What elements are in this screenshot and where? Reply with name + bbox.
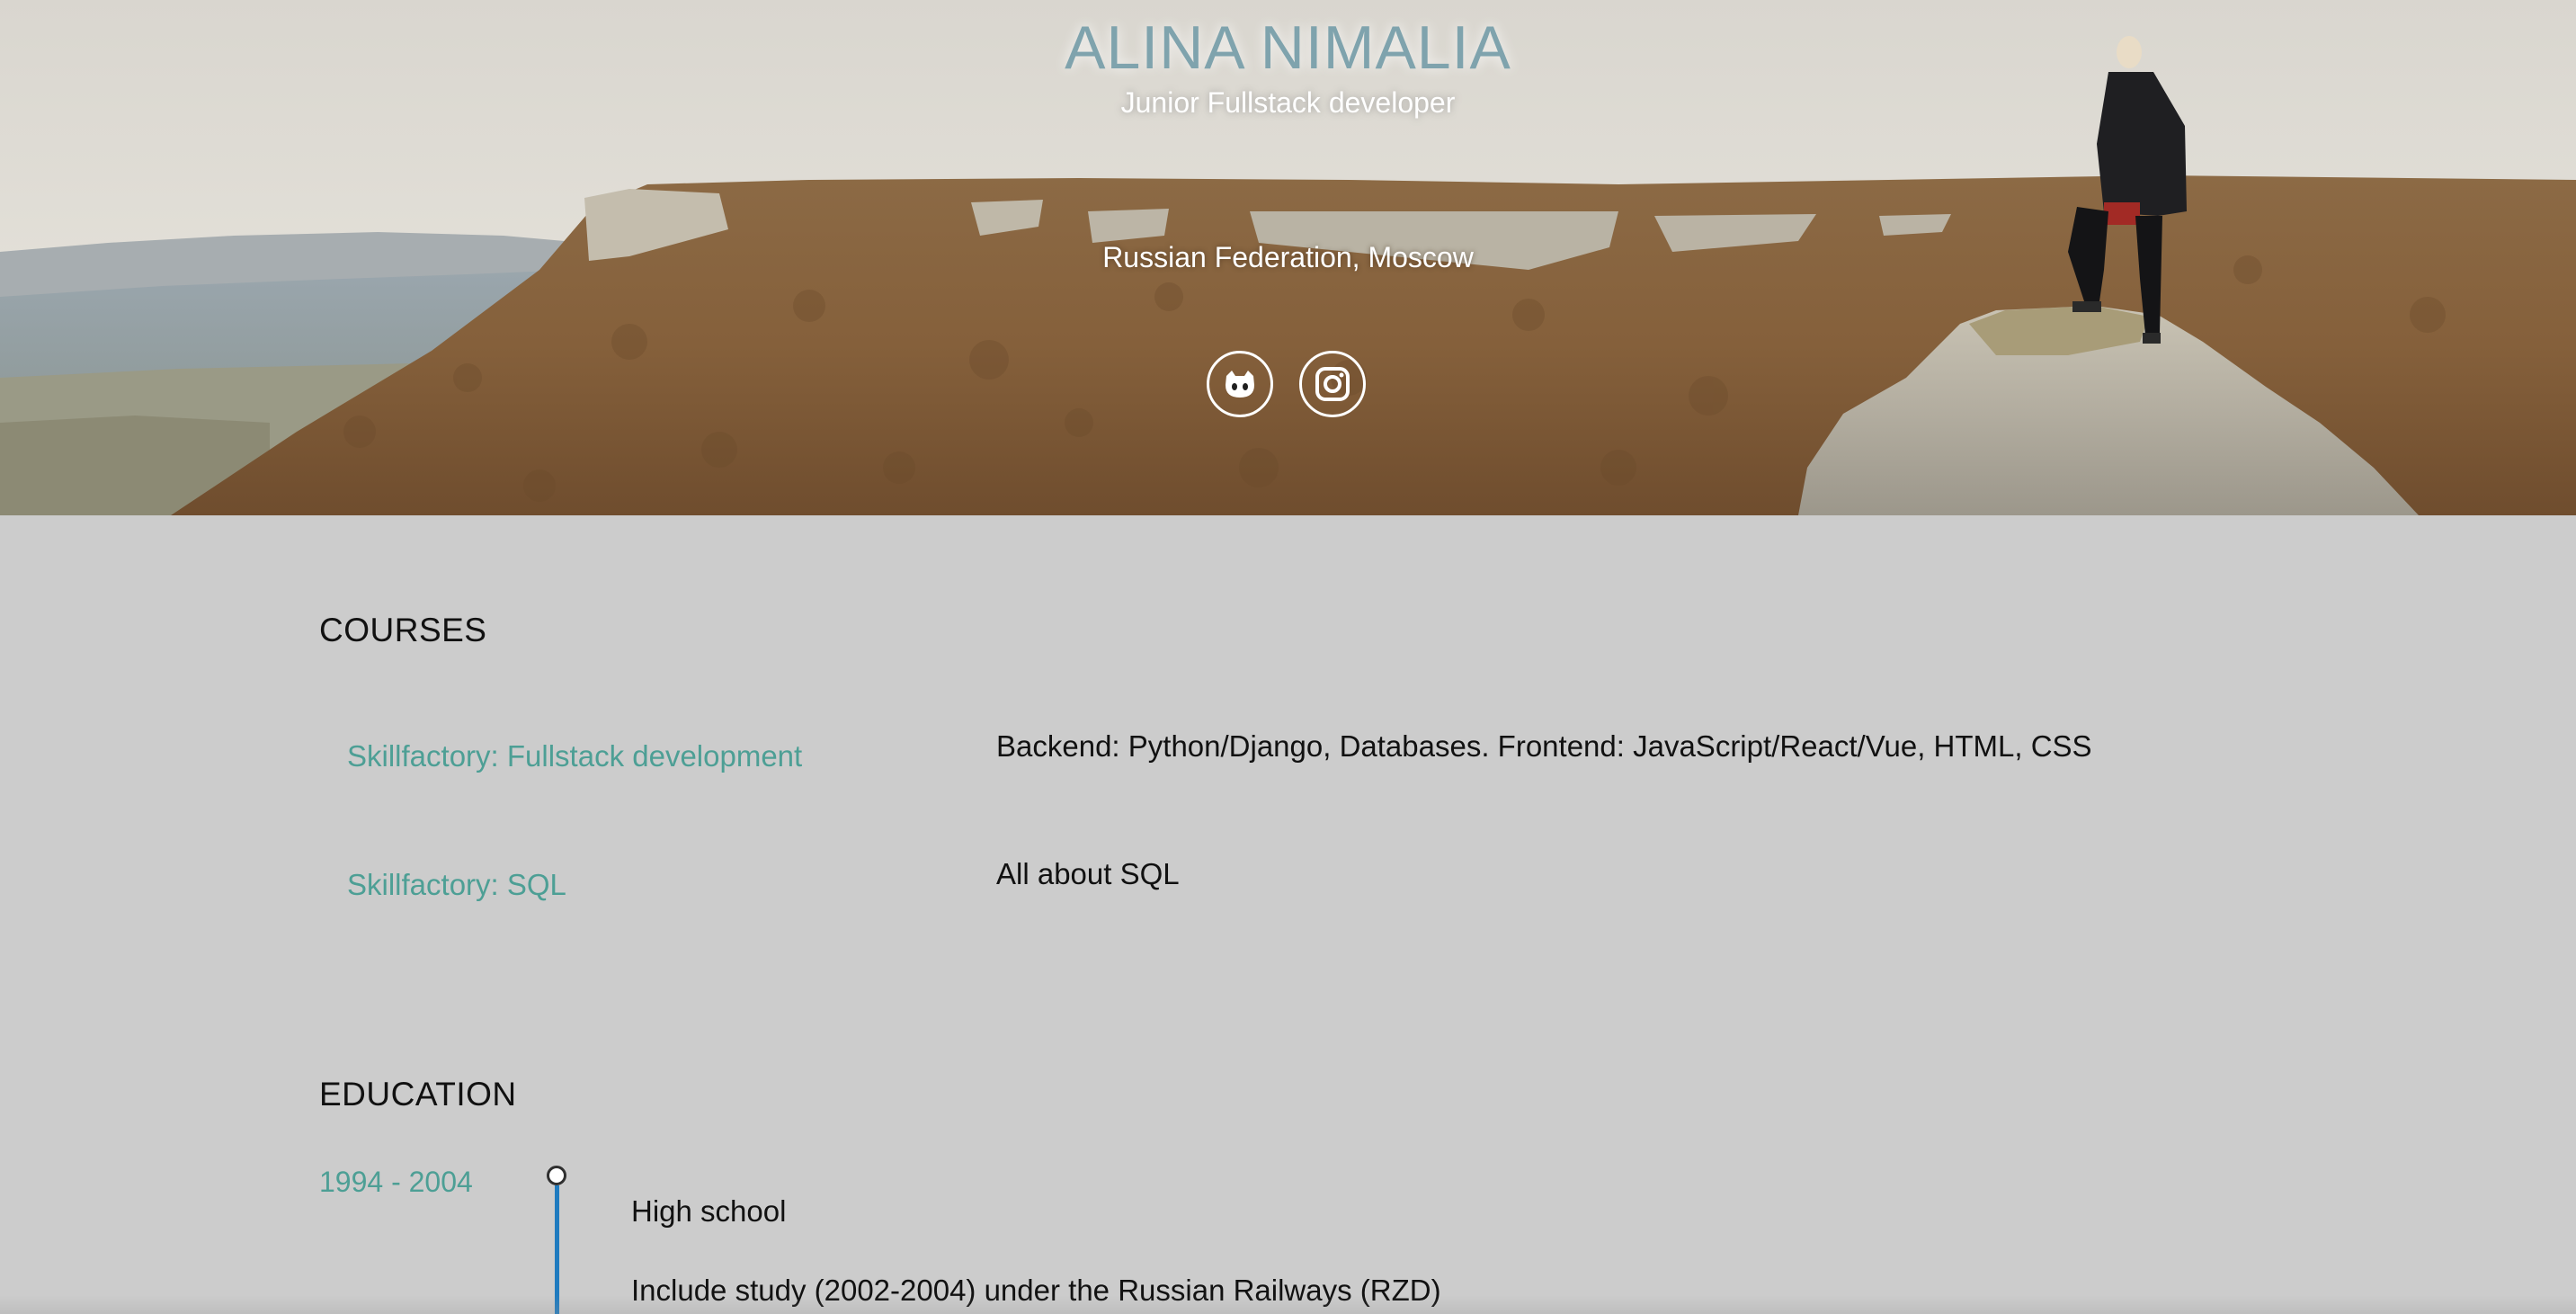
github-icon: [1226, 371, 1254, 398]
courses-heading: COURSES: [319, 612, 487, 648]
profile-name: ALINA NIMALIA: [1065, 13, 1511, 82]
instagram-icon: [1315, 367, 1350, 401]
course-link-fullstack[interactable]: Skillfactory: Fullstack development: [347, 739, 802, 773]
instagram-link[interactable]: [1299, 351, 1366, 417]
education-note: Include study (2002-2004) under the Russ…: [631, 1274, 1441, 1307]
education-years: 1994 - 2004: [319, 1166, 473, 1198]
course-link-sql[interactable]: Skillfactory: SQL: [347, 868, 566, 902]
profile-subtitle: Junior Fullstack developer: [1120, 86, 1456, 119]
education-title: High school: [631, 1194, 787, 1228]
course-description-sql: All about SQL: [996, 857, 1180, 890]
github-link[interactable]: [1207, 351, 1273, 417]
timeline-line: [555, 1185, 559, 1314]
profile-location: Russian Federation, Moscow: [1102, 241, 1474, 273]
education-heading: EDUCATION: [319, 1076, 517, 1113]
timeline-dot: [547, 1166, 566, 1185]
course-description-fullstack: Backend: Python/Django, Databases. Front…: [996, 729, 2092, 763]
hero-banner: ALINA NIMALIA Junior Fullstack developer…: [0, 0, 2576, 515]
